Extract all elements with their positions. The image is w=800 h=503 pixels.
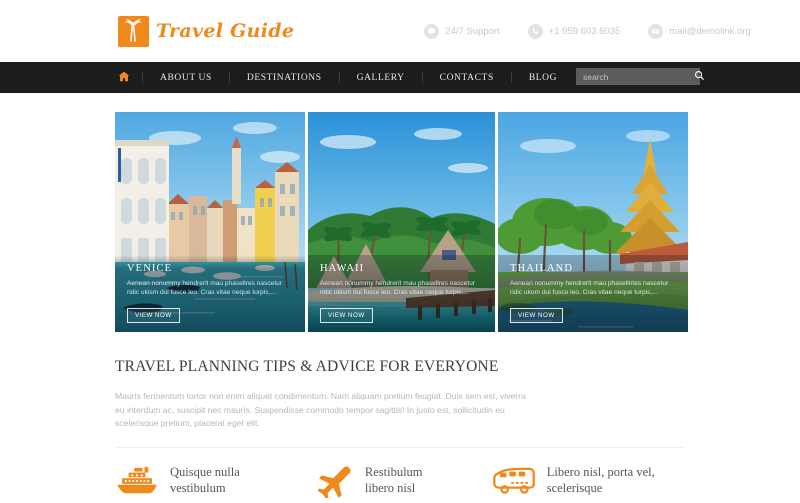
feature-line1: Quisque nulla — [170, 464, 240, 479]
contact-support: 24/7 Support — [424, 23, 500, 39]
nav-list: ABOUT US DESTINATIONS GALLERY CONTACTS B… — [112, 62, 574, 93]
airplane-icon — [317, 466, 354, 503]
contact-email-label: mail@demolink.org — [669, 25, 751, 37]
view-now-button[interactable]: VIEW NOW — [510, 308, 563, 323]
nav-item-blog[interactable]: BLOG — [512, 73, 574, 83]
feature-line2: libero nisl — [364, 480, 416, 495]
cruise-ship-icon — [115, 466, 159, 501]
caption-text: Aenean nonummy hendrerit mau phasellres … — [320, 279, 476, 296]
nav-item-gallery[interactable]: GALLERY — [340, 73, 422, 83]
feature-line1: Libero nisl, porta vel, — [546, 464, 655, 479]
envelope-icon — [648, 23, 664, 39]
feature-line2: vestibulum — [170, 480, 226, 495]
feature-item-airplane[interactable]: Restibulum libero nisl — [317, 464, 492, 503]
caption-text: Aenean nonummy hendrerit mau phasellntes… — [510, 279, 669, 296]
feature-line2: scelerisque — [546, 480, 603, 495]
header-contacts: 24/7 Support +1 959 603 6035 mail@demoli… — [424, 23, 751, 39]
feature-label: Restibulum libero nisl — [365, 464, 423, 496]
phone-icon — [527, 23, 543, 39]
feature-line1: Restibulum — [364, 464, 423, 479]
feature-item-cruise[interactable]: Quisque nulla vestibulum — [115, 464, 318, 503]
search-input[interactable] — [583, 71, 694, 82]
search-icon[interactable] — [694, 68, 705, 86]
search-box[interactable] — [576, 68, 704, 85]
nav-item-contacts[interactable]: CONTACTS — [423, 73, 511, 83]
view-now-button[interactable]: VIEW NOW — [127, 308, 180, 323]
palm-tree-icon — [118, 15, 149, 47]
article-paragraph: Mauris fermentum tortor non enim aliquet… — [115, 391, 526, 429]
caption-title: HAWAII — [320, 262, 365, 274]
contact-phone: +1 959 603 6035 — [527, 23, 621, 39]
view-now-button[interactable]: VIEW NOW — [320, 308, 373, 323]
feature-label: Quisque nulla vestibulum — [170, 464, 240, 496]
sidebar-item-home[interactable] — [112, 69, 142, 87]
caption-venice: VENICE Aenean nonummy hendrerit mau phas… — [115, 254, 305, 332]
caption-title: THAILAND — [510, 262, 574, 274]
caption-title: VENICE — [127, 262, 173, 274]
contact-email: mail@demolink.org — [648, 23, 751, 39]
gallery-card-venice[interactable]: VENICE Aenean nonummy hendrerit mau phas… — [115, 112, 305, 332]
feature-label: Libero nisl, porta vel, scelerisque — [547, 464, 655, 496]
contact-phone-label: +1 959 603 6035 — [548, 25, 621, 37]
feature-item-bus[interactable]: Libero nisl, porta vel, scelerisque — [492, 464, 685, 503]
site-logo[interactable]: Travel Guide — [118, 15, 295, 47]
nav-item-about-us[interactable]: ABOUT US — [143, 73, 229, 83]
bus-icon — [492, 466, 536, 501]
chat-bubble-icon — [424, 23, 440, 39]
caption-hawaii: HAWAII Aenean nonummy hendrerit mau phas… — [308, 254, 495, 332]
features-row: Quisque nulla vestibulum Restibulum libe… — [0, 448, 800, 503]
caption-text: Aenean nonummy hendrerit mau phasellres … — [127, 279, 283, 296]
destination-gallery: VENICE Aenean nonummy hendrerit mau phas… — [0, 112, 800, 332]
home-icon — [118, 69, 130, 87]
main-navigation: ABOUT US DESTINATIONS GALLERY CONTACTS B… — [0, 62, 800, 93]
article-section: TRAVEL PLANNING TIPS & ADVICE FOR EVERYO… — [0, 358, 800, 431]
caption-thailand: THAILAND Aenean nonummy hendrerit mau ph… — [498, 254, 688, 332]
contact-support-label: 24/7 Support — [445, 25, 500, 37]
logo-text: Travel Guide — [156, 20, 295, 42]
site-header: Travel Guide 24/7 Support +1 959 603 603… — [0, 0, 800, 62]
gallery-card-thailand[interactable]: THAILAND Aenean nonummy hendrerit mau ph… — [498, 112, 688, 332]
page-title: TRAVEL PLANNING TIPS & ADVICE FOR EVERYO… — [115, 358, 499, 375]
gallery-card-hawaii[interactable]: HAWAII Aenean nonummy hendrerit mau phas… — [308, 112, 495, 332]
nav-item-destinations[interactable]: DESTINATIONS — [230, 73, 339, 83]
